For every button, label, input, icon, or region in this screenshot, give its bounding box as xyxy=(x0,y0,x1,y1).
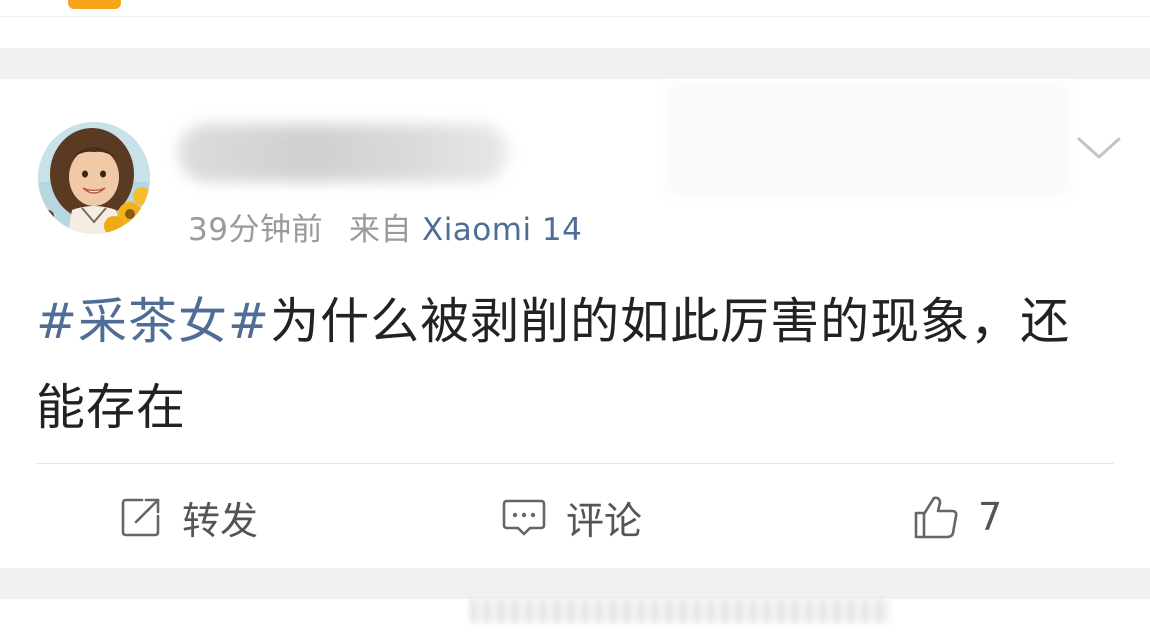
post-content: #采茶女#为什么被剥削的如此厉害的现象，还能存在 xyxy=(36,279,1116,451)
post-meta: 39分钟前 来自 Xiaomi 14 xyxy=(188,204,582,249)
post-card: 39分钟前 来自 Xiaomi 14 #采茶女#为什么被剥削的如此厉害的现象，还能存… xyxy=(0,79,1150,568)
feed-gap-top xyxy=(0,48,1150,79)
source-prefix: 来自 xyxy=(348,212,412,248)
source-device[interactable]: Xiaomi 14 xyxy=(422,212,582,248)
repost-label: 转发 xyxy=(182,498,259,543)
repost-icon xyxy=(118,494,164,540)
comment-label: 评论 xyxy=(566,498,643,543)
feed-gap-bottom xyxy=(0,568,1150,599)
tab-indicator xyxy=(68,0,121,9)
like-icon xyxy=(912,493,960,541)
next-post-redacted xyxy=(470,599,890,623)
like-count: 7 xyxy=(978,495,1003,539)
hashtag-link[interactable]: #采茶女# xyxy=(36,293,270,350)
actions-divider xyxy=(36,463,1114,464)
username-redacted[interactable] xyxy=(178,124,508,182)
top-divider xyxy=(0,16,1150,17)
comment-button[interactable]: 评论 xyxy=(500,489,642,545)
top-bar xyxy=(0,0,1150,48)
redacted-area xyxy=(668,83,1068,195)
chevron-down-icon[interactable] xyxy=(1076,135,1122,161)
like-button[interactable]: 7 xyxy=(912,489,1002,545)
repost-button[interactable]: 转发 xyxy=(118,489,258,545)
avatar[interactable] xyxy=(38,122,150,234)
post-time: 39分钟前 xyxy=(188,212,323,248)
comment-icon xyxy=(500,494,548,540)
